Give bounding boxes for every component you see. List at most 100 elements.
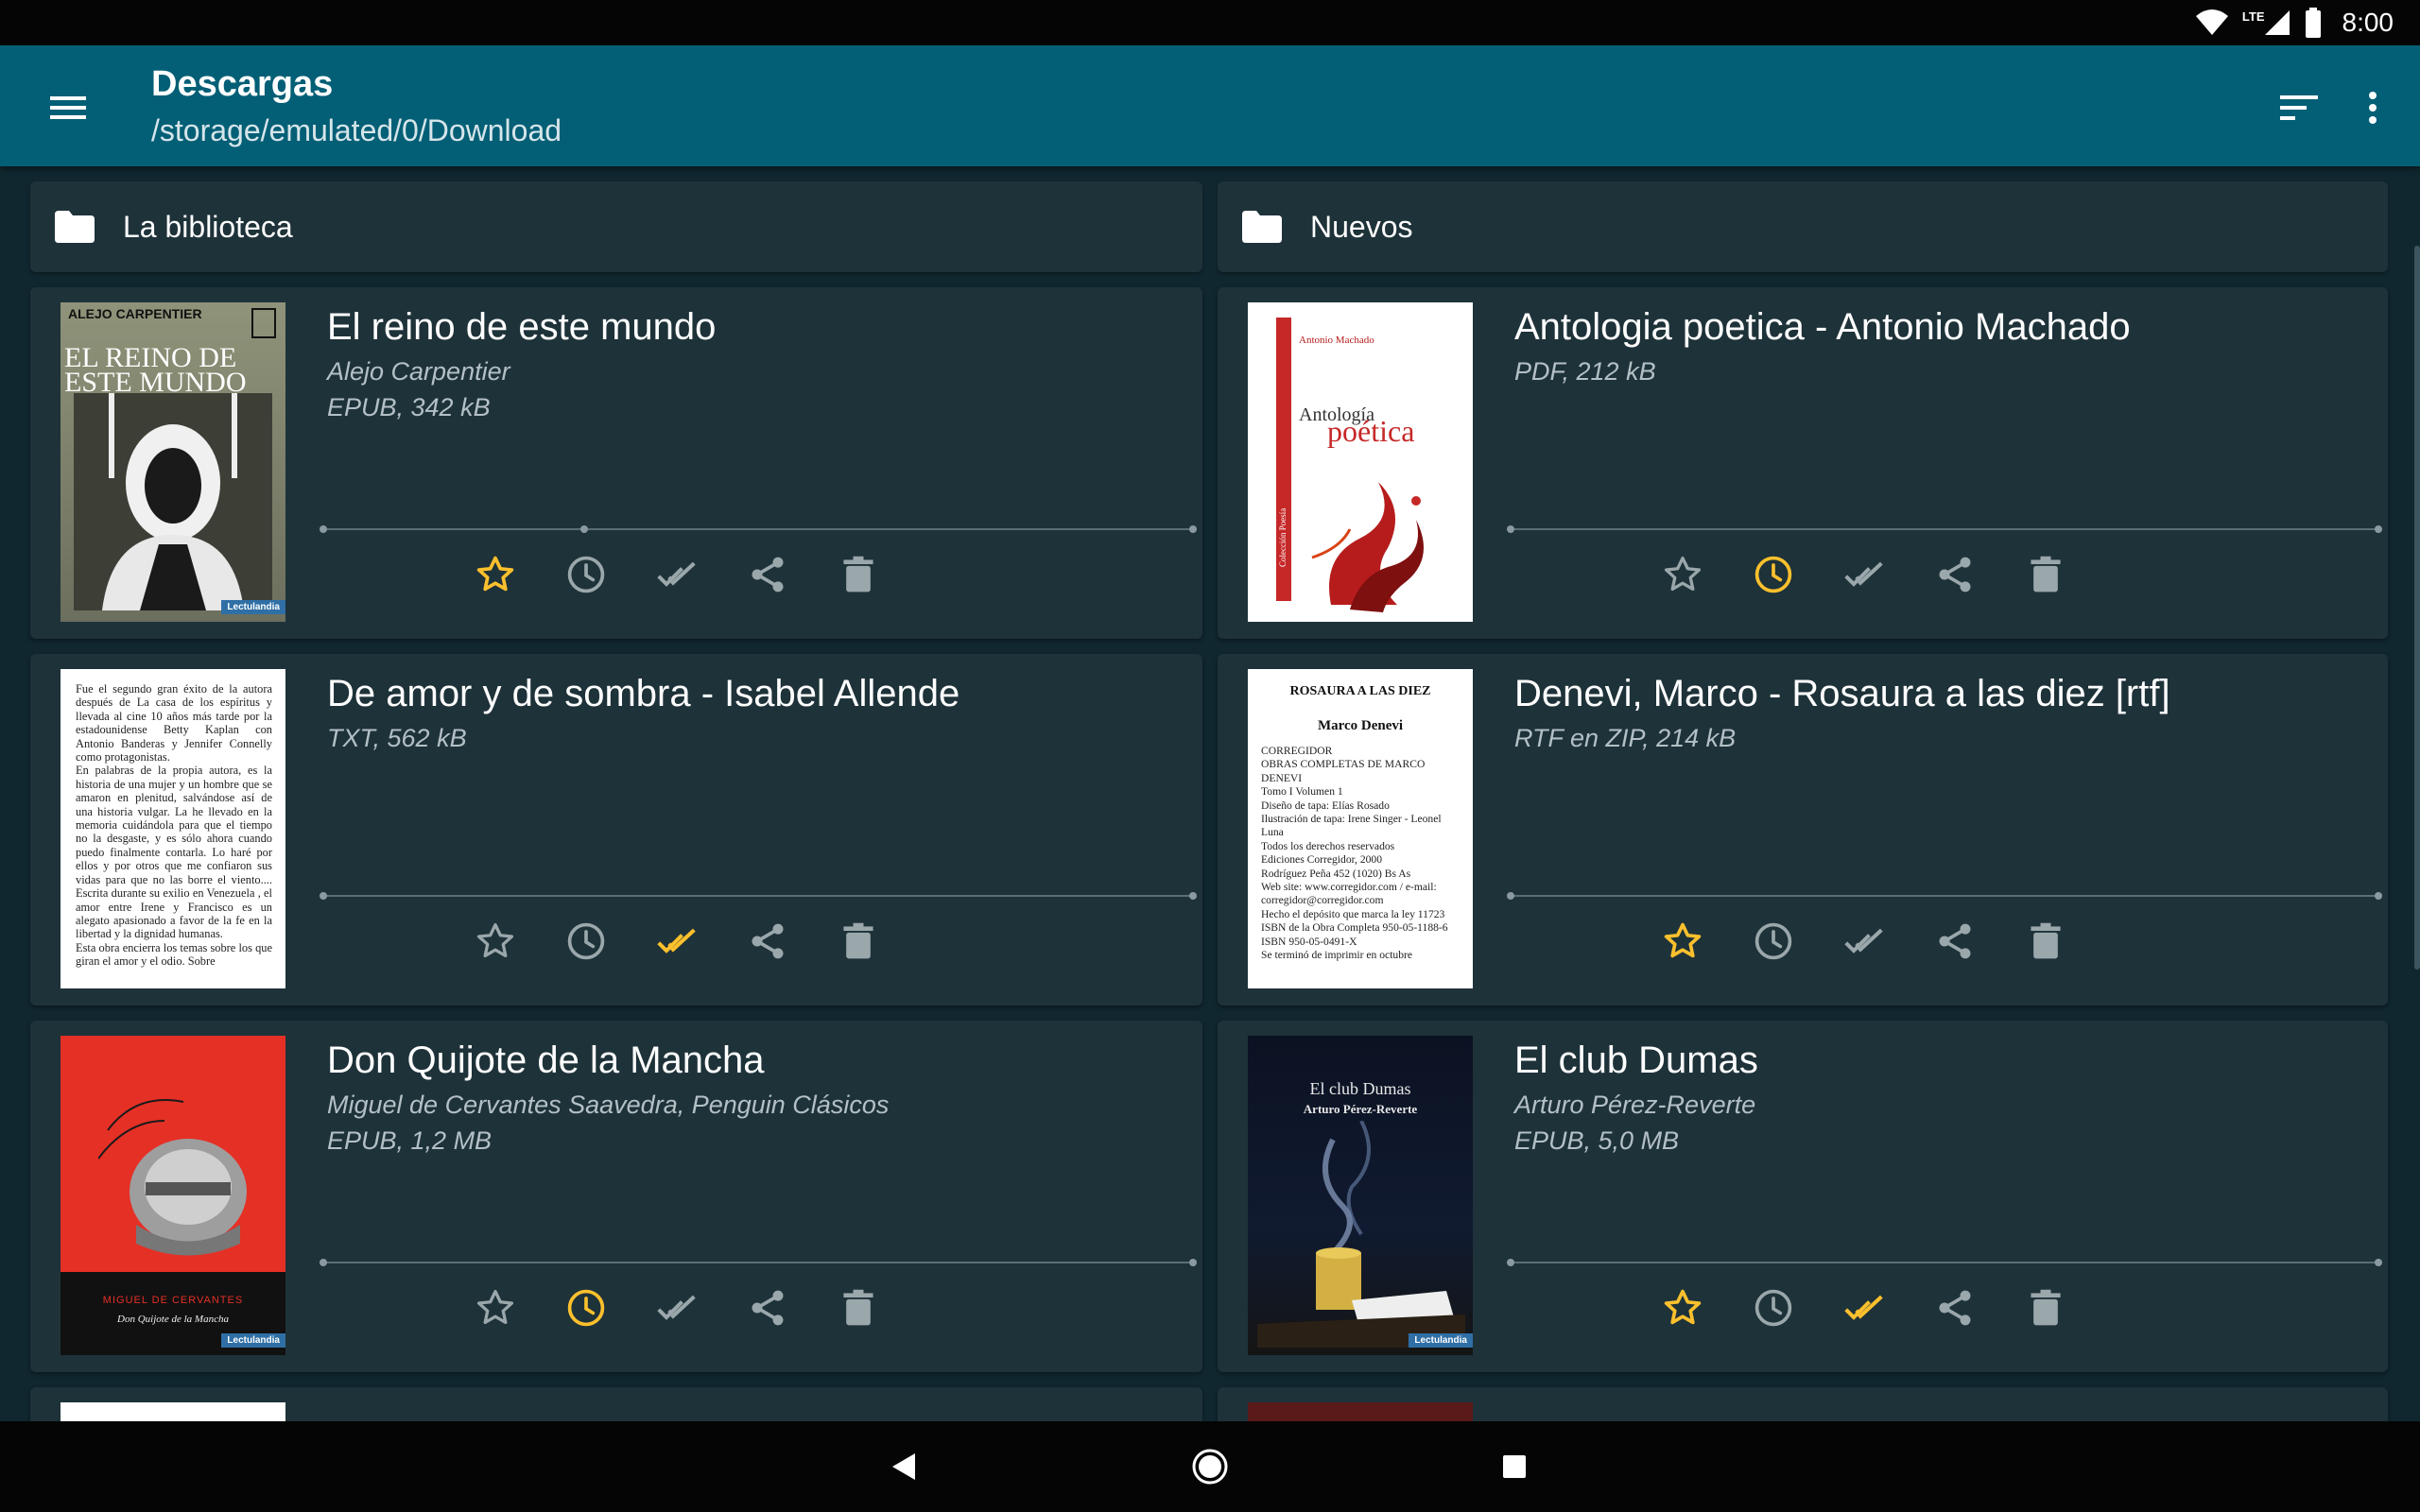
double-check-icon xyxy=(657,1295,696,1320)
sort-button[interactable] xyxy=(2273,81,2325,134)
book-card[interactable]: ALEJO CARPENTIER EL REINO DE ESTE MUNDO … xyxy=(30,287,1202,639)
book-card[interactable]: El club Dumas Arturo Pérez-Reverte Lectu… xyxy=(1218,1021,2388,1372)
favorite-button[interactable] xyxy=(461,541,529,609)
cover-figure-image xyxy=(74,393,272,610)
clock-icon xyxy=(1754,1289,1792,1327)
cover-title: Don Quijote de la Mancha xyxy=(117,1314,229,1325)
cover-author: Arturo Pérez-Reverte xyxy=(1303,1102,1418,1116)
book-card[interactable]: Colección Poesía Antonio Machado Antolog… xyxy=(1218,287,2388,639)
read-later-button[interactable] xyxy=(552,1274,620,1342)
book-card-partial[interactable] xyxy=(30,1387,1202,1421)
cover-publisher: Lectulandia xyxy=(221,1333,285,1348)
delete-button[interactable] xyxy=(2012,1274,2080,1342)
cover-spine-text: Colección Poesía xyxy=(1278,507,1288,567)
menu-button[interactable] xyxy=(38,77,98,138)
progress-end-dot xyxy=(1189,1259,1197,1266)
page-title: Descargas xyxy=(151,64,334,104)
status-time: 8:00 xyxy=(2342,8,2394,37)
trash-icon xyxy=(843,1289,873,1326)
book-title: Antologia poetica - Antonio Machado xyxy=(1514,306,2131,348)
overflow-menu-button[interactable] xyxy=(2350,81,2395,134)
cover-helmet-image xyxy=(98,1099,247,1256)
publisher-logo-icon xyxy=(251,308,276,338)
share-button[interactable] xyxy=(1921,541,1989,609)
mark-finished-button[interactable] xyxy=(643,541,711,609)
folder-icon xyxy=(1242,211,1282,243)
recents-button[interactable] xyxy=(1484,1436,1545,1497)
book-list[interactable]: La biblioteca Nuevos ALEJO CARPENTIER EL… xyxy=(0,166,2420,1421)
progress-end-dot xyxy=(2375,1259,2382,1266)
cover-text-page: Fue el segundo gran éxito de la autora d… xyxy=(76,682,272,969)
read-later-button[interactable] xyxy=(552,541,620,609)
folder-la-biblioteca[interactable]: La biblioteca xyxy=(30,181,1202,272)
read-later-button[interactable] xyxy=(1739,1274,1807,1342)
progress-end-dot xyxy=(1189,525,1197,533)
read-later-button[interactable] xyxy=(1739,907,1807,975)
current-path: /storage/emulated/0/Download xyxy=(151,113,562,147)
reading-progress[interactable] xyxy=(320,524,1197,535)
clock-icon xyxy=(567,556,605,593)
scrollbar[interactable] xyxy=(2414,246,2420,970)
wifi-icon xyxy=(2195,9,2228,35)
cover-author: MIGUEL DE CERVANTES xyxy=(102,1295,244,1306)
reading-progress[interactable] xyxy=(320,1257,1197,1268)
delete-button[interactable] xyxy=(824,907,892,975)
progress-start-dot xyxy=(1507,525,1514,533)
trash-icon xyxy=(2031,556,2061,593)
double-check-icon xyxy=(657,561,696,587)
progress-end-dot xyxy=(1189,892,1197,900)
back-button[interactable] xyxy=(873,1436,934,1497)
folder-nuevos[interactable]: Nuevos xyxy=(1218,181,2388,272)
cover-title: ROSAURA A LAS DIEZ xyxy=(1289,684,1431,698)
share-icon xyxy=(1939,1290,1971,1326)
cover-publisher: Lectulandia xyxy=(221,600,285,614)
favorite-button[interactable] xyxy=(461,907,529,975)
book-author: Arturo Pérez-Reverte xyxy=(1514,1091,1756,1119)
share-button[interactable] xyxy=(734,1274,802,1342)
book-cover: Colección Poesía Antonio Machado Antolog… xyxy=(1248,302,1473,622)
book-card[interactable]: ROSAURA A LAS DIEZ Marco Denevi CORREGID… xyxy=(1218,654,2388,1005)
reading-progress[interactable] xyxy=(1507,1257,2382,1268)
book-format: EPUB, 1,2 MB xyxy=(327,1126,493,1155)
delete-button[interactable] xyxy=(2012,907,2080,975)
read-later-button[interactable] xyxy=(1739,541,1807,609)
mark-finished-button[interactable] xyxy=(1830,907,1898,975)
delete-button[interactable] xyxy=(824,541,892,609)
favorite-button[interactable] xyxy=(1649,541,1717,609)
book-format: EPUB, 5,0 MB xyxy=(1514,1126,1680,1155)
share-icon xyxy=(752,923,784,959)
reading-progress[interactable] xyxy=(320,890,1197,902)
home-button[interactable] xyxy=(1180,1436,1240,1497)
mark-finished-button[interactable] xyxy=(643,1274,711,1342)
share-button[interactable] xyxy=(1921,907,1989,975)
share-button[interactable] xyxy=(734,541,802,609)
book-card[interactable]: MIGUEL DE CERVANTES Don Quijote de la Ma… xyxy=(30,1021,1202,1372)
mark-finished-button[interactable] xyxy=(643,907,711,975)
folder-name: La biblioteca xyxy=(123,209,293,244)
mark-finished-button[interactable] xyxy=(1830,1274,1898,1342)
delete-button[interactable] xyxy=(2012,541,2080,609)
share-button[interactable] xyxy=(734,907,802,975)
sort-icon xyxy=(2280,95,2318,120)
star-icon xyxy=(1664,922,1702,958)
progress-current-dot xyxy=(580,525,588,533)
status-bar: LTE 8:00 xyxy=(0,0,2420,45)
favorite-button[interactable] xyxy=(461,1274,529,1342)
mark-finished-button[interactable] xyxy=(1830,541,1898,609)
read-later-button[interactable] xyxy=(552,907,620,975)
double-check-icon xyxy=(1844,1295,1883,1320)
cover-author: Antonio Machado xyxy=(1299,335,1374,346)
reading-progress[interactable] xyxy=(1507,524,2382,535)
reading-progress[interactable] xyxy=(1507,890,2382,902)
share-icon xyxy=(752,1290,784,1326)
delete-button[interactable] xyxy=(824,1274,892,1342)
book-card-partial[interactable] xyxy=(1218,1387,2388,1421)
share-icon xyxy=(752,557,784,593)
book-title: El club Dumas xyxy=(1514,1040,1758,1081)
favorite-button[interactable] xyxy=(1649,907,1717,975)
share-button[interactable] xyxy=(1921,1274,1989,1342)
book-format: RTF en ZIP, 214 kB xyxy=(1514,724,1737,752)
book-card[interactable]: Fue el segundo gran éxito de la autora d… xyxy=(30,654,1202,1005)
favorite-button[interactable] xyxy=(1649,1274,1717,1342)
progress-start-dot xyxy=(320,1259,327,1266)
